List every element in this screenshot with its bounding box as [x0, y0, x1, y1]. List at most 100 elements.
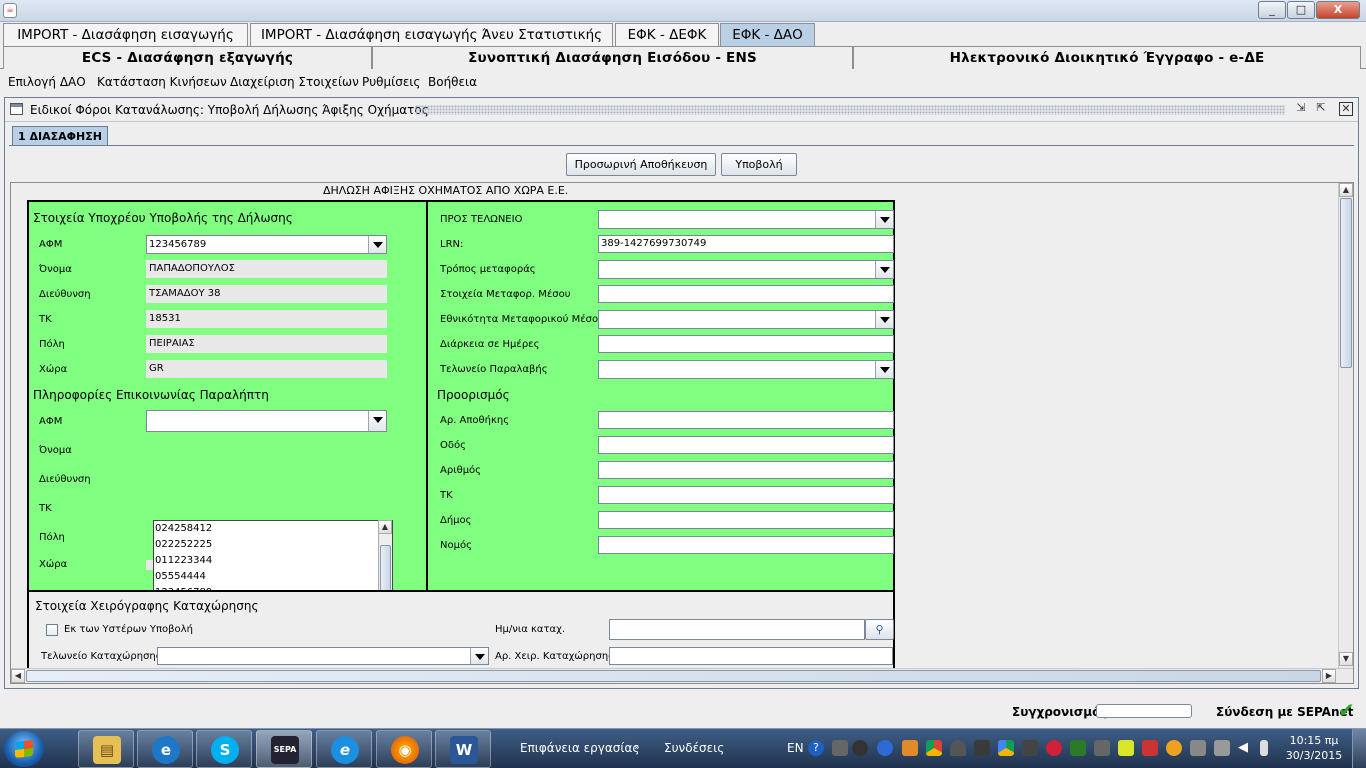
language-indicator[interactable]: EN [787, 741, 804, 755]
chevron-down-icon[interactable] [875, 311, 893, 328]
horizontal-scrollbar[interactable]: ◀ ▶ [11, 668, 1353, 683]
links-toolbar[interactable]: Συνδέσεις [664, 741, 724, 755]
taskbar-sepa[interactable]: SEPA [256, 730, 312, 768]
manual-entry-panel: Στοιχεία Χειρόγραφης Καταχώρησης Εκ των … [27, 590, 895, 670]
street-field[interactable] [598, 436, 894, 454]
scroll-down-icon[interactable]: ▼ [1339, 652, 1353, 666]
tray-opera-icon[interactable] [1046, 740, 1062, 756]
taskbar-explorer[interactable]: ▤ [78, 730, 134, 768]
tray-monitor-icon[interactable] [974, 740, 990, 756]
chevron-down-icon[interactable] [368, 411, 386, 431]
scroll-left-icon[interactable]: ◀ [11, 669, 25, 683]
transport-combo[interactable] [598, 260, 894, 279]
close-button[interactable]: X [1316, 1, 1360, 19]
scroll-up-icon[interactable]: ▲ [1339, 183, 1353, 197]
calendar-picker-icon[interactable]: ⚲ [865, 619, 894, 640]
show-desktop-button[interactable] [1352, 729, 1366, 768]
temp-save-button[interactable]: Προσωρινή Αποθήκευση [566, 153, 716, 176]
submit-button[interactable]: Υποβολή [721, 153, 797, 176]
menu-help[interactable]: Βοήθεια [428, 75, 477, 89]
chevron-down-icon[interactable] [875, 211, 893, 228]
municipality-field[interactable] [598, 511, 894, 529]
receiver-afm-combo[interactable] [146, 410, 387, 432]
tray-webcam-icon[interactable] [852, 740, 868, 756]
list-item[interactable]: 05554444 [155, 571, 206, 582]
chevron-down-icon[interactable] [368, 236, 386, 253]
means-field[interactable] [598, 285, 894, 303]
desktop-toolbar[interactable]: Επιφάνεια εργασίας [520, 741, 639, 755]
scroll-right-icon[interactable]: ▶ [1322, 669, 1336, 683]
tray-bell-icon[interactable] [950, 740, 966, 756]
tray-alert-icon[interactable] [1142, 740, 1158, 756]
taskbar-ie[interactable]: e [316, 730, 372, 768]
help-icon[interactable]: ? [808, 740, 824, 756]
list-item[interactable]: 022252225 [155, 539, 212, 550]
number-field[interactable] [598, 461, 894, 479]
list-item[interactable]: 024258412 [155, 523, 212, 534]
frame-close-icon[interactable]: ✕ [1339, 102, 1353, 116]
address-label: Διεύθυνση [39, 289, 91, 300]
menu-select-dao[interactable]: Επιλογή ΔΑΟ [8, 75, 86, 89]
taskbar-ie-alt[interactable]: e [137, 730, 193, 768]
tray-app-icon[interactable] [1022, 740, 1038, 756]
taskbar-skype[interactable]: S [196, 730, 252, 768]
chevron-down-icon[interactable] [875, 361, 893, 378]
tray-chrome-icon[interactable] [926, 740, 942, 756]
maximize-button[interactable]: □ [1287, 1, 1315, 19]
tray-update-icon[interactable] [902, 740, 918, 756]
tray-upload-icon[interactable] [1166, 740, 1182, 756]
receipt-office-combo[interactable] [598, 360, 894, 379]
tab-ecs[interactable]: ECS - Διασάφηση εξαγωγής [3, 46, 372, 69]
tab-efk-defk[interactable]: ΕΦΚ - ΔΕΦΚ [615, 23, 719, 46]
dest-tk-field[interactable] [598, 486, 894, 504]
lrn-label: LRN: [440, 239, 464, 250]
taskbar-firefox[interactable]: ◉ [376, 730, 432, 768]
tray-pen-icon[interactable] [1190, 740, 1206, 756]
taskbar-word[interactable]: W [435, 730, 491, 768]
tray-flag-icon[interactable] [1260, 740, 1268, 756]
taskbar-clock[interactable]: 10:15 πμ 30/3/2015 [1282, 733, 1346, 763]
frame-maximize-icon[interactable]: ⇱ [1314, 102, 1328, 116]
tray-tools-icon[interactable] [1094, 740, 1110, 756]
minimize-button[interactable]: _ [1258, 1, 1286, 19]
entry-date-field[interactable] [609, 619, 865, 640]
receiver-afm-label: ΑΦΜ [39, 416, 63, 427]
tray-drive-icon[interactable] [998, 740, 1014, 756]
tray-sync-icon[interactable] [877, 740, 893, 756]
entry-office-combo[interactable] [157, 647, 489, 665]
tab-ens[interactable]: Συνοπτική Διασάφηση Εισόδου - ENS [372, 46, 853, 69]
volume-icon[interactable]: ◀ [1238, 740, 1254, 756]
vertical-scroll-thumb[interactable] [1340, 198, 1352, 368]
nationality-combo[interactable] [598, 310, 894, 329]
warehouse-field[interactable] [598, 411, 894, 429]
tab-import[interactable]: IMPORT - Διασάφηση εισαγωγής [3, 23, 248, 46]
vertical-scrollbar[interactable]: ▲ ▼ [1338, 183, 1353, 668]
menu-status[interactable]: Κατάσταση Κινήσεων [97, 75, 227, 89]
obligor-afm-combo[interactable]: 123456789 [146, 235, 387, 254]
duration-field[interactable] [598, 335, 894, 353]
desktop-toolbar-chevron-icon[interactable]: » [634, 743, 640, 753]
tab-e-de[interactable]: Ηλεκτρονικό Διοικητικό Έγγραφο - e-ΔΕ [853, 46, 1361, 69]
lrn-field[interactable]: 389-1427699730749 [598, 235, 894, 253]
menu-manage[interactable]: Διαχείριση Στοιχείων [230, 75, 359, 89]
start-button[interactable] [4, 731, 44, 767]
late-submission-checkbox[interactable] [46, 624, 58, 636]
tray-network-icon[interactable] [1214, 740, 1230, 756]
menu-settings[interactable]: Ρυθμίσεις [362, 75, 420, 89]
list-item[interactable]: 011223344 [155, 555, 212, 566]
tray-note-icon[interactable] [1118, 740, 1134, 756]
chevron-down-icon[interactable] [875, 261, 893, 278]
tray-settings-icon[interactable] [832, 740, 848, 756]
frame-iconify-icon[interactable]: ⇲ [1294, 102, 1308, 116]
tab-import-no-stats[interactable]: IMPORT - Διασάφηση εισαγωγής Άνευ Στατισ… [250, 23, 613, 46]
frame-titlebar: Ειδικοί Φόροι Κατανάλωσης: Υποβολή Δήλωσ… [5, 98, 1358, 122]
tray-wifi-icon[interactable] [1070, 740, 1086, 756]
tab-diasafisi[interactable]: 1 ΔΙΑΣΑΦΗΣΗ [12, 126, 108, 146]
tab-efk-dao[interactable]: ΕΦΚ - ΔΑΟ [720, 23, 815, 46]
scroll-up-icon[interactable]: ▲ [378, 520, 392, 534]
entry-number-field[interactable] [609, 647, 893, 665]
chevron-down-icon[interactable] [470, 648, 488, 664]
prefecture-field[interactable] [598, 536, 894, 554]
customs-combo[interactable] [598, 210, 894, 229]
horizontal-scroll-thumb[interactable] [26, 670, 1321, 682]
